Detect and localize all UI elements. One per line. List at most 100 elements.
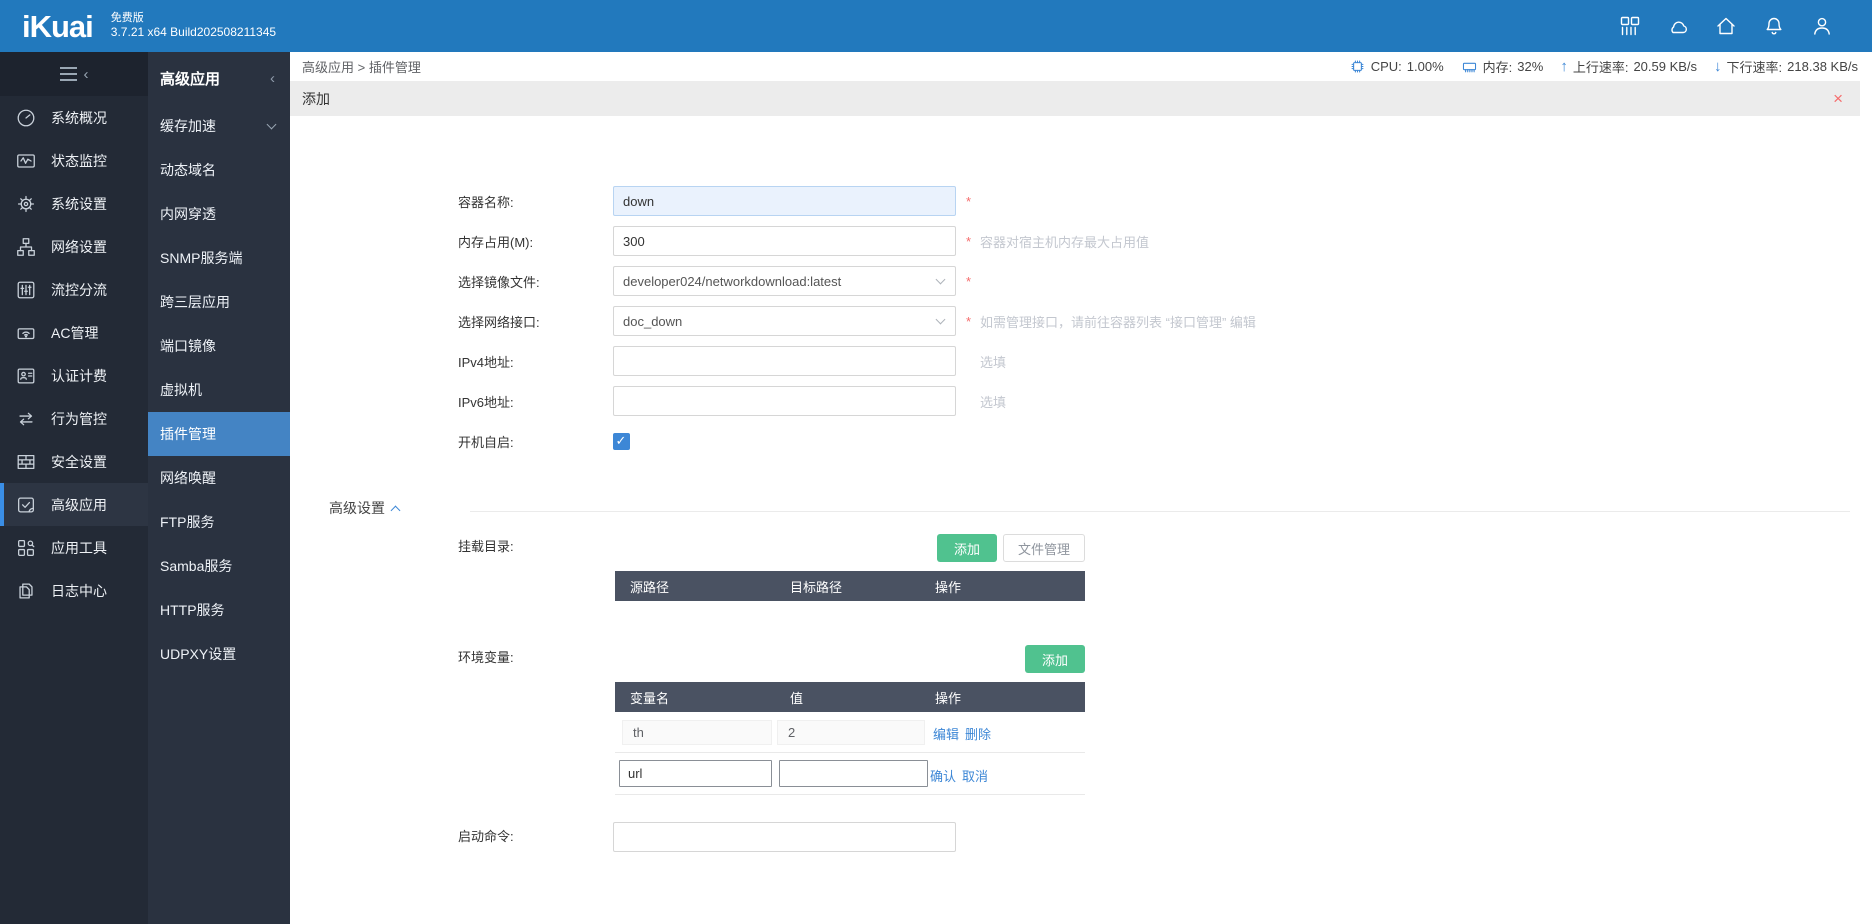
download-status: ↓ 下行速率: 218.38 KB/s bbox=[1714, 57, 1858, 75]
startup-command-input[interactable] bbox=[613, 822, 956, 852]
image-select[interactable]: developer024/networkdownload:latest bbox=[613, 266, 956, 296]
submenu-item-cross-l3-app[interactable]: 跨三层应用 bbox=[148, 280, 290, 324]
home-icon[interactable] bbox=[1714, 14, 1738, 38]
submenu-item-dynamic-dns[interactable]: 动态域名 bbox=[148, 148, 290, 192]
ipv6-input[interactable] bbox=[613, 386, 956, 416]
submenu-item-samba-service[interactable]: Samba服务 bbox=[148, 544, 290, 588]
sidebar-item-network-settings[interactable]: 网络设置 bbox=[0, 225, 148, 268]
panel-header: 添加 × bbox=[290, 81, 1860, 116]
env-table-header: 变量名 值 操作 bbox=[615, 682, 1085, 712]
ipv4-input[interactable] bbox=[613, 346, 956, 376]
build-version: 3.7.21 x64 Build202508211345 bbox=[110, 25, 277, 40]
cpu-status: CPU: 1.00% bbox=[1349, 58, 1444, 75]
advanced-settings-toggle[interactable]: 高级设置 bbox=[329, 498, 401, 518]
env-var-name-cell: th bbox=[622, 720, 772, 745]
mount-table: 源路径 目标路径 操作 bbox=[615, 571, 1085, 601]
close-icon[interactable]: × bbox=[1833, 90, 1843, 107]
header-bar: 高级应用 > 插件管理 CPU: 1.00% 内存: 32% ↑ 上行速率: 2… bbox=[290, 52, 1872, 80]
app-logo: iKuai bbox=[22, 8, 94, 44]
sidebar: ‹ 系统概况 状态监控 系统设置 网络设置 流控分流 AC管理 认证计费 行为管… bbox=[0, 52, 148, 924]
hamburger-icon bbox=[59, 67, 77, 81]
form-row-ipv4: IPv4地址: 选填 bbox=[290, 341, 1872, 381]
network-icon bbox=[15, 236, 37, 258]
memory-input[interactable] bbox=[613, 226, 956, 256]
submenu-item-wake-on-lan[interactable]: 网络唤醒 bbox=[148, 456, 290, 500]
env-var-value-input[interactable] bbox=[779, 760, 928, 787]
env-var-name-input[interactable] bbox=[619, 760, 772, 787]
sidebar-item-app-tools[interactable]: 应用工具 bbox=[0, 526, 148, 569]
sidebar-item-advanced-apps[interactable]: 高级应用 bbox=[0, 483, 148, 526]
field-label: 选择网络接口: bbox=[458, 314, 540, 330]
divider bbox=[470, 511, 1850, 512]
env-add-button[interactable]: 添加 bbox=[1024, 645, 1085, 673]
submenu-item-port-mirroring[interactable]: 端口镜像 bbox=[148, 324, 290, 368]
form-row-ipv6: IPv6地址: 选填 bbox=[290, 381, 1872, 421]
field-hint: 选填 bbox=[980, 354, 1007, 370]
chevron-down-icon bbox=[935, 274, 946, 285]
form-row-container-name: 容器名称: * bbox=[290, 181, 1872, 221]
form-row-network-interface: 选择网络接口: doc_down * 如需管理接口，请前往容器列表 “接口管理”… bbox=[290, 301, 1872, 341]
startup-command-label: 启动命令: bbox=[458, 829, 514, 844]
submenu-title: 高级应用 bbox=[160, 70, 221, 88]
file-manager-button[interactable]: 文件管理 bbox=[1002, 534, 1085, 562]
gauge-icon bbox=[15, 107, 37, 129]
tools-icon bbox=[15, 537, 37, 559]
submenu-item-ftp-service[interactable]: FTP服务 bbox=[148, 500, 290, 544]
wifi-device-icon bbox=[15, 322, 37, 344]
add-container-form: 容器名称: * 内存占用(M): * 容器对宿主机内存最大占用值 选择镜像文件:… bbox=[290, 181, 1872, 461]
sidebar-item-ac-management[interactable]: AC管理 bbox=[0, 311, 148, 354]
cancel-link[interactable]: 取消 bbox=[962, 769, 988, 784]
apps-grid-icon[interactable] bbox=[1618, 14, 1642, 38]
container-name-input[interactable] bbox=[613, 186, 956, 216]
submenu-panel: 高级应用 ‹ 缓存加速 动态域名 内网穿透 SNMP服务端 跨三层应用 端口镜像… bbox=[148, 52, 290, 924]
sidebar-item-system-overview[interactable]: 系统概况 bbox=[0, 96, 148, 139]
status-bar: CPU: 1.00% 内存: 32% ↑ 上行速率: 20.59 KB/s ↓ … bbox=[1349, 57, 1858, 76]
form-row-image: 选择镜像文件: developer024/networkdownload:lat… bbox=[290, 261, 1872, 301]
chevron-down-icon bbox=[935, 314, 946, 325]
required-asterisk: * bbox=[966, 273, 972, 289]
collapse-left-icon: ‹ bbox=[83, 65, 89, 83]
mount-table-header: 源路径 目标路径 操作 bbox=[615, 571, 1085, 601]
mount-add-button[interactable]: 添加 bbox=[936, 534, 997, 562]
confirm-link[interactable]: 确认 bbox=[930, 769, 956, 784]
required-asterisk: * bbox=[966, 193, 972, 209]
env-table-editing-row: 确认取消 bbox=[615, 753, 1085, 795]
cloud-icon[interactable] bbox=[1666, 14, 1690, 38]
autostart-checkbox[interactable] bbox=[613, 432, 630, 450]
form-row-memory: 内存占用(M): * 容器对宿主机内存最大占用值 bbox=[290, 221, 1872, 261]
submenu-item-udpxy-settings[interactable]: UDPXY设置 bbox=[148, 632, 290, 676]
upload-status: ↑ 上行速率: 20.59 KB/s bbox=[1560, 57, 1698, 75]
sidebar-item-status-monitor[interactable]: 状态监控 bbox=[0, 139, 148, 182]
firewall-icon bbox=[15, 451, 37, 473]
submenu-header: 高级应用 ‹ bbox=[148, 52, 290, 104]
sidebar-item-security-settings[interactable]: 安全设置 bbox=[0, 440, 148, 483]
submenu-item-snmp-server[interactable]: SNMP服务端 bbox=[148, 236, 290, 280]
submenu-item-intranet-penetration[interactable]: 内网穿透 bbox=[148, 192, 290, 236]
menu-toggle[interactable]: ‹ bbox=[0, 52, 148, 96]
network-interface-select[interactable]: doc_down bbox=[613, 306, 956, 336]
delete-link[interactable]: 删除 bbox=[965, 727, 991, 742]
sidebar-item-log-center[interactable]: 日志中心 bbox=[0, 569, 148, 612]
submenu-item-virtual-machine[interactable]: 虚拟机 bbox=[148, 368, 290, 412]
sidebar-item-system-settings[interactable]: 系统设置 bbox=[0, 182, 148, 225]
field-hint: 选填 bbox=[980, 394, 1007, 410]
submenu-item-cache-acceleration[interactable]: 缓存加速 bbox=[148, 104, 290, 148]
arrow-up-icon: ↑ bbox=[1560, 57, 1568, 75]
sidebar-item-auth-billing[interactable]: 认证计费 bbox=[0, 354, 148, 397]
collapse-icon[interactable]: ‹ bbox=[270, 70, 275, 87]
env-var-label: 环境变量: bbox=[458, 650, 514, 665]
submenu-item-plugin-management[interactable]: 插件管理 bbox=[148, 412, 290, 456]
required-asterisk: * bbox=[966, 313, 972, 329]
edit-link[interactable]: 编辑 bbox=[933, 727, 959, 742]
user-icon[interactable] bbox=[1810, 14, 1834, 38]
breadcrumb: 高级应用 > 插件管理 bbox=[302, 59, 421, 75]
field-label: 容器名称: bbox=[458, 194, 514, 210]
sidebar-item-traffic-control[interactable]: 流控分流 bbox=[0, 268, 148, 311]
bell-icon[interactable] bbox=[1762, 14, 1786, 38]
submenu-item-http-service[interactable]: HTTP服务 bbox=[148, 588, 290, 632]
field-label: 开机自启: bbox=[458, 434, 514, 450]
logs-icon bbox=[15, 580, 37, 602]
env-var-value-cell: 2 bbox=[777, 720, 925, 745]
sliders-icon bbox=[15, 279, 37, 301]
sidebar-item-behavior-control[interactable]: 行为管控 bbox=[0, 397, 148, 440]
